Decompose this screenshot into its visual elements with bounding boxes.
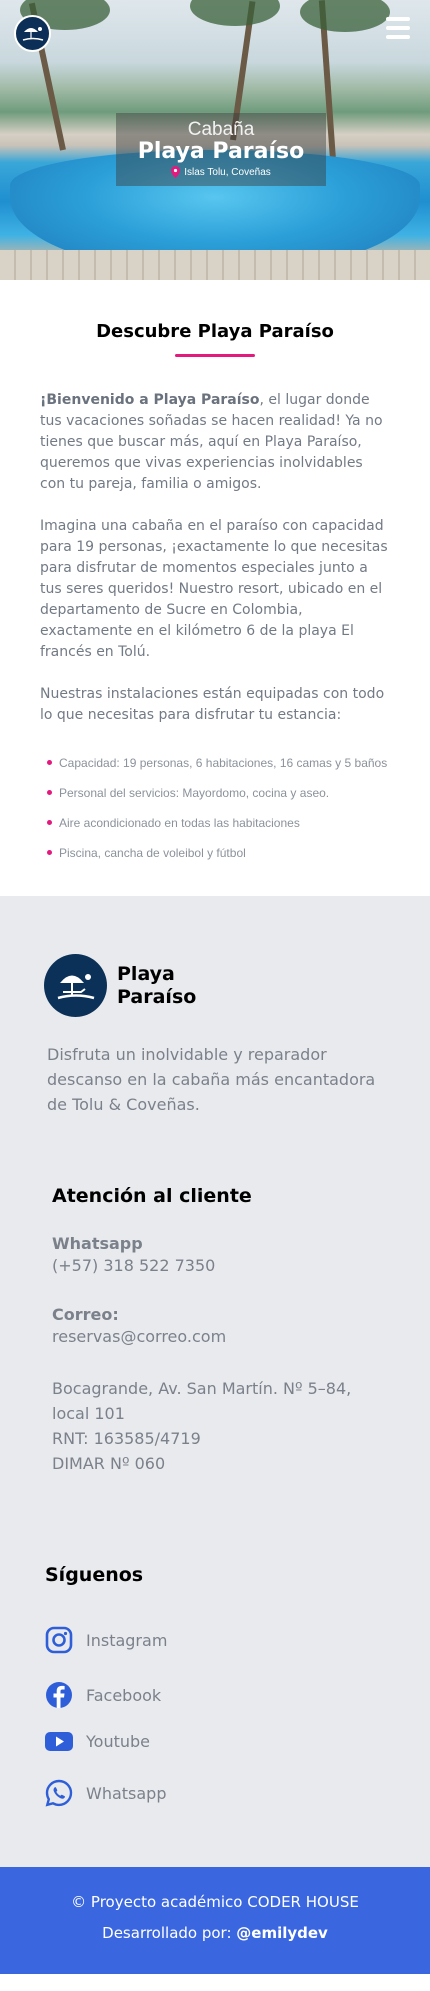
social-link-whatsapp[interactable]: Whatsapp <box>45 1779 390 1807</box>
feature-item: Personal del servicios: Mayordomo, cocin… <box>47 786 390 800</box>
hero-title: Playa Paraíso <box>137 139 305 164</box>
hero-subtitle: Cabaña <box>187 119 255 140</box>
about-section: Descubre Playa Paraíso ¡Bienvenido a Pla… <box>0 280 430 896</box>
hero-banner: Cabaña Playa Paraíso Islas Tolu, Coveñas <box>0 0 430 280</box>
rnt-text: RNT: 163585/4719 <box>52 1429 201 1448</box>
site-logo[interactable] <box>14 15 51 52</box>
whatsapp-icon <box>45 1779 73 1807</box>
social-link-instagram[interactable]: Instagram <box>45 1626 390 1654</box>
developer-handle[interactable]: @emilydev <box>236 1924 328 1942</box>
address-text: Bocagrande, Av. San Martín. Nº 5–84, loc… <box>52 1379 352 1423</box>
hero-title-card: Cabaña Playa Paraíso Islas Tolu, Coveñas <box>116 113 326 186</box>
beach-umbrella-icon <box>22 26 43 41</box>
contact-block: Atención al cliente Whatsapp (+57) 318 5… <box>52 1185 390 1476</box>
hamburger-menu-icon[interactable] <box>386 17 410 39</box>
palm-frond-graphic <box>190 0 280 26</box>
footer-brand-description: Disfruta un inolvidable y reparador desc… <box>47 1045 376 1114</box>
about-intro: ¡Bienvenido a Playa Paraíso, el lugar do… <box>40 390 390 495</box>
copyright-footer: © Proyecto académico CODER HOUSE Desarro… <box>0 1867 430 1974</box>
about-paragraph-3: Nuestras instalaciones están equipadas c… <box>40 686 385 723</box>
facebook-icon <box>45 1681 73 1709</box>
feature-item: Aire acondicionado en todas las habitaci… <box>47 816 390 830</box>
email-label: Correo: <box>52 1305 119 1324</box>
footer-logo[interactable] <box>44 954 107 1017</box>
location-pin-icon <box>171 166 181 178</box>
hero-location: Islas Tolu, Coveñas <box>116 166 326 178</box>
social-link-facebook[interactable]: Facebook <box>45 1681 390 1709</box>
social-label: Facebook <box>86 1685 162 1705</box>
developer-prefix: Desarrollado por: <box>102 1924 237 1942</box>
feature-item: Capacidad: 19 personas, 6 habitaciones, … <box>47 756 390 770</box>
social-label: Instagram <box>86 1630 168 1650</box>
about-paragraph-2: Imagina una cabaña en el paraíso con cap… <box>40 518 388 660</box>
footer-brand: Playa Paraíso <box>44 954 430 1017</box>
deck-graphic <box>0 250 430 280</box>
whatsapp-number[interactable]: (+57) 318 522 7350 <box>52 1253 390 1278</box>
whatsapp-label: Whatsapp <box>52 1234 143 1253</box>
social-label: Youtube <box>86 1731 150 1751</box>
about-intro-bold: ¡Bienvenido a Playa Paraíso <box>40 392 260 408</box>
address-block: Bocagrande, Av. San Martín. Nº 5–84, loc… <box>52 1376 390 1476</box>
youtube-icon <box>45 1727 73 1755</box>
palm-frond-graphic <box>300 0 390 32</box>
footer-brand-name: Playa Paraíso <box>117 962 197 1008</box>
copyright-text: © Proyecto académico CODER HOUSE <box>71 1893 359 1911</box>
contact-heading: Atención al cliente <box>52 1185 252 1207</box>
social-block: Síguenos Instagram Facebook Youtube What… <box>45 1564 390 1807</box>
social-link-youtube[interactable]: Youtube <box>45 1727 390 1755</box>
features-list: Capacidad: 19 personas, 6 habitaciones, … <box>40 756 390 860</box>
instagram-icon <box>45 1626 73 1654</box>
social-heading: Síguenos <box>45 1564 144 1586</box>
developer-credit: Desarrollado por: @emilydev <box>0 1924 430 1942</box>
feature-item: Piscina, cancha de voleibol y fútbol <box>47 846 390 860</box>
email-address[interactable]: reservas@correo.com <box>52 1324 390 1349</box>
hero-location-text: Islas Tolu, Coveñas <box>184 166 271 178</box>
about-heading: Descubre Playa Paraíso <box>96 321 334 342</box>
dimar-text: DIMAR Nº 060 <box>52 1454 166 1473</box>
footer-info-section: Playa Paraíso Disfruta un inolvidable y … <box>0 896 430 1867</box>
beach-umbrella-icon <box>57 973 94 999</box>
social-label: Whatsapp <box>86 1783 167 1803</box>
heading-underline <box>175 354 255 357</box>
